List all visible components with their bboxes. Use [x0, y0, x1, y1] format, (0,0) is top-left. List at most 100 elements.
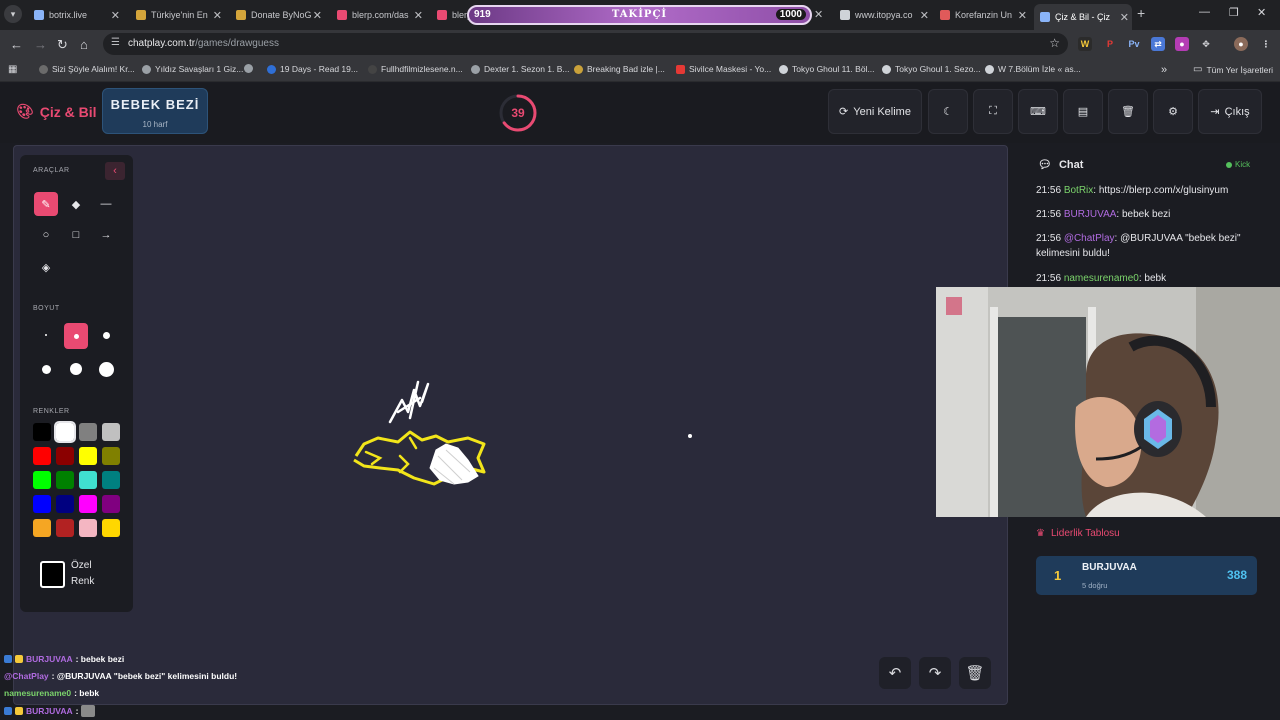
bookmark-item[interactable]: Sivilce Maskesi - Yo...	[676, 64, 771, 74]
color-swatch[interactable]	[102, 519, 120, 537]
tab-blerp-dashboard[interactable]: blerp.com/das ✕	[331, 4, 426, 26]
size-l-button[interactable]	[34, 357, 58, 381]
size-xl-button[interactable]	[64, 357, 88, 381]
redo-button[interactable]: ↷	[919, 657, 951, 689]
bookmark-item[interactable]: Fullhdfilmizlesene.n...	[368, 64, 463, 74]
tab-turkiye[interactable]: Türkiye'nin En ✕	[130, 4, 225, 26]
bookmark-item[interactable]: 19 Days - Read 19...	[267, 64, 358, 74]
bookmark-item[interactable]: Breaking Bad izle |...	[574, 64, 665, 74]
extension-pv-icon[interactable]: Pv	[1127, 37, 1141, 51]
color-swatch[interactable]	[79, 495, 97, 513]
drawing-canvas[interactable]	[13, 145, 1008, 705]
line-tool[interactable]: —	[94, 192, 118, 216]
eraser-tool[interactable]: ◆	[64, 192, 88, 216]
color-swatch[interactable]	[33, 519, 51, 537]
chat-user[interactable]: @ChatPlay	[1064, 233, 1115, 244]
delete-button[interactable]: 🗑︎	[1108, 89, 1148, 134]
color-swatch[interactable]	[56, 519, 74, 537]
circle-tool[interactable]: ○	[34, 223, 58, 247]
color-swatch[interactable]	[79, 519, 97, 537]
color-swatch[interactable]	[33, 471, 51, 489]
color-swatch[interactable]	[33, 447, 51, 465]
bookmark-item[interactable]: Tokyo Ghoul 1. Sezo...	[882, 64, 981, 74]
close-icon[interactable]: ✕	[213, 9, 222, 22]
archive-button[interactable]: ▤	[1063, 89, 1103, 134]
fill-bucket-tool[interactable]: ◈	[34, 255, 58, 279]
forward-icon[interactable]: →	[34, 37, 47, 52]
close-icon[interactable]: ✕	[414, 9, 423, 22]
custom-color-swatch[interactable]	[40, 561, 65, 588]
extension-w-icon[interactable]: W	[1078, 37, 1092, 51]
color-swatch[interactable]	[33, 495, 51, 513]
color-swatch[interactable]	[79, 471, 97, 489]
tab-ciz-bil[interactable]: Çiz & Bil - Çiz ✕	[1034, 4, 1132, 30]
color-swatch[interactable]	[102, 447, 120, 465]
clear-canvas-button[interactable]: 🗑︎	[959, 657, 991, 689]
minimize-icon[interactable]: —	[1199, 6, 1210, 18]
bookmark-item[interactable]	[244, 64, 253, 73]
bookmark-item[interactable]: Sizi Şöyle Alalım! Kr...	[39, 64, 135, 74]
reload-icon[interactable]: ↻	[57, 37, 68, 53]
close-icon[interactable]: ✕	[814, 8, 823, 21]
color-swatch[interactable]	[54, 421, 76, 443]
bookmark-star-icon[interactable]: ☆	[1049, 36, 1060, 50]
new-word-button[interactable]: ⟳ Yeni Kelime	[828, 89, 922, 134]
settings-button[interactable]: ⚙	[1153, 89, 1193, 134]
exit-button[interactable]: ⇥ Çıkış	[1198, 89, 1262, 134]
restore-icon[interactable]: ❐	[1229, 6, 1239, 19]
site-info-icon[interactable]: ☰	[111, 37, 120, 48]
size-xxl-button[interactable]	[94, 357, 118, 381]
extension-translate-icon[interactable]: ⇄	[1151, 37, 1165, 51]
bookmark-item[interactable]: Tokyo Ghoul 11. Böl...	[779, 64, 875, 74]
close-icon[interactable]: ✕	[1018, 9, 1027, 22]
tab-search-icon[interactable]: ▾	[4, 5, 22, 23]
close-icon[interactable]: ✕	[920, 9, 929, 22]
fullscreen-button[interactable]: ⛶	[973, 89, 1013, 134]
custom-color-label[interactable]: Özel Renk	[71, 558, 94, 590]
size-m-button[interactable]	[94, 323, 118, 347]
home-icon[interactable]: ⌂	[80, 37, 88, 52]
color-swatch[interactable]	[79, 423, 97, 441]
tab-botrix[interactable]: botrix.live ✕	[28, 4, 123, 26]
collapse-panel-button[interactable]: ‹	[105, 162, 125, 180]
color-swatch[interactable]	[102, 495, 120, 513]
profile-avatar[interactable]: ●	[1234, 37, 1248, 51]
color-swatch[interactable]	[56, 471, 74, 489]
browser-menu-icon[interactable]: ⋮	[1259, 37, 1273, 51]
color-swatch[interactable]	[56, 495, 74, 513]
brand-logo[interactable]: 🎨︎ Çiz & Bil	[16, 103, 97, 120]
window-close-icon[interactable]: ✕	[1257, 6, 1266, 19]
chat-user[interactable]: namesurename0	[1064, 273, 1139, 284]
more-bookmarks-icon[interactable]: »	[1161, 64, 1167, 76]
new-tab-button[interactable]: +	[1137, 5, 1145, 21]
keyboard-button[interactable]: ⌨	[1018, 89, 1058, 134]
extension-p-icon[interactable]: P	[1103, 37, 1117, 51]
rectangle-tool[interactable]: □	[64, 223, 88, 247]
size-s-button[interactable]	[64, 323, 88, 349]
chat-user[interactable]: BotRix	[1064, 185, 1093, 196]
pencil-tool[interactable]: ✎	[34, 192, 58, 216]
undo-button[interactable]: ↶	[879, 657, 911, 689]
size-xs-button[interactable]	[34, 323, 58, 347]
bookmark-item[interactable]: W 7.Bölüm İzle « as...	[985, 64, 1081, 74]
extension-purple-icon[interactable]: ●	[1175, 37, 1189, 51]
color-swatch[interactable]	[79, 447, 97, 465]
tab-korefanzin[interactable]: Korefanzin Un ✕	[934, 4, 1030, 26]
back-icon[interactable]: ←	[10, 37, 23, 52]
color-swatch[interactable]	[33, 423, 51, 441]
dark-mode-button[interactable]: ☾	[928, 89, 968, 134]
close-icon[interactable]: ✕	[313, 9, 322, 22]
close-icon[interactable]: ✕	[1120, 11, 1129, 24]
bookmark-item[interactable]: Yıldız Savaşları 1 Giz...	[142, 64, 243, 74]
chat-user[interactable]: BURJUVAA	[1064, 209, 1117, 220]
apps-grid-icon[interactable]: ▦	[8, 64, 17, 75]
color-swatch[interactable]	[102, 423, 120, 441]
extensions-puzzle-icon[interactable]: ✥	[1199, 37, 1213, 51]
color-swatch[interactable]	[56, 447, 74, 465]
all-bookmarks[interactable]: ▭ Tüm Yer İşaretleri	[1193, 64, 1273, 75]
color-swatch[interactable]	[102, 471, 120, 489]
tab-donate[interactable]: Donate ByNoG ✕	[230, 4, 325, 26]
address-bar[interactable]: ☰ chatplay.com.tr/games/drawguess ☆	[103, 33, 1068, 55]
close-icon[interactable]: ✕	[111, 9, 120, 22]
tab-itopya[interactable]: www.itopya.co ✕	[834, 4, 932, 26]
